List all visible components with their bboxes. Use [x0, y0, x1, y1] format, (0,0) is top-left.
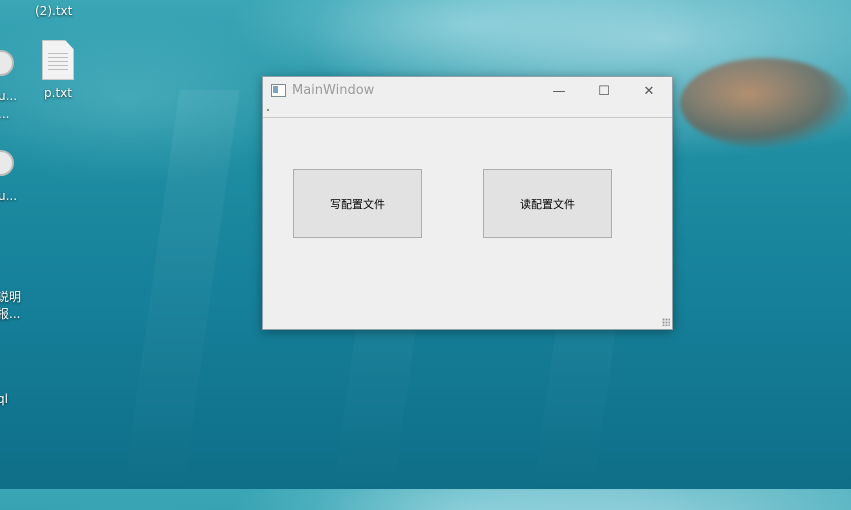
desktop-file-icon[interactable]: p.txt [33, 40, 83, 101]
desktop-icon-label: u... [0, 89, 18, 103]
desktop-icon-label: ... [0, 107, 10, 121]
window-title: MainWindow [292, 83, 375, 98]
desktop-icon-label: 说明 [0, 290, 22, 304]
maximize-button[interactable]: ☐ [581, 77, 627, 105]
minimize-button[interactable]: — [536, 77, 582, 105]
app-icon [0, 50, 14, 76]
desktop-icon-label: 报... [0, 307, 21, 321]
desktop-file-icon[interactable]: (2).txt [35, 4, 72, 19]
title-bar[interactable]: MainWindow — ☐ ✕ [263, 77, 672, 105]
app-icon [0, 150, 14, 176]
close-icon: ✕ [643, 83, 655, 99]
menu-bar[interactable] [263, 105, 672, 118]
read-config-button[interactable]: 读配置文件 [483, 169, 612, 238]
write-config-button[interactable]: 写配置文件 [293, 169, 422, 238]
resize-grip[interactable] [662, 318, 670, 326]
wallpaper-fabric [680, 58, 850, 148]
desktop-app-icon[interactable] [0, 150, 14, 176]
maximize-icon: ☐ [598, 83, 610, 99]
close-button[interactable]: ✕ [626, 77, 672, 105]
desktop-icon-label: u... [0, 189, 18, 203]
desktop-icon-label: p.txt [44, 86, 72, 100]
desktop-icon-label: ql [0, 392, 8, 406]
write-config-label: 写配置文件 [330, 197, 385, 211]
light-ray [120, 90, 240, 510]
main-window: MainWindow — ☐ ✕ 写配置文件 读配置文件 [262, 76, 673, 330]
text-file-icon [42, 40, 74, 80]
desktop-app-icon[interactable] [0, 50, 14, 76]
minimize-icon: — [552, 83, 566, 99]
window-app-icon [271, 84, 286, 97]
read-config-label: 读配置文件 [520, 197, 575, 211]
desktop-icon-label: (2).txt [35, 4, 73, 18]
central-widget: 写配置文件 读配置文件 [263, 118, 672, 328]
